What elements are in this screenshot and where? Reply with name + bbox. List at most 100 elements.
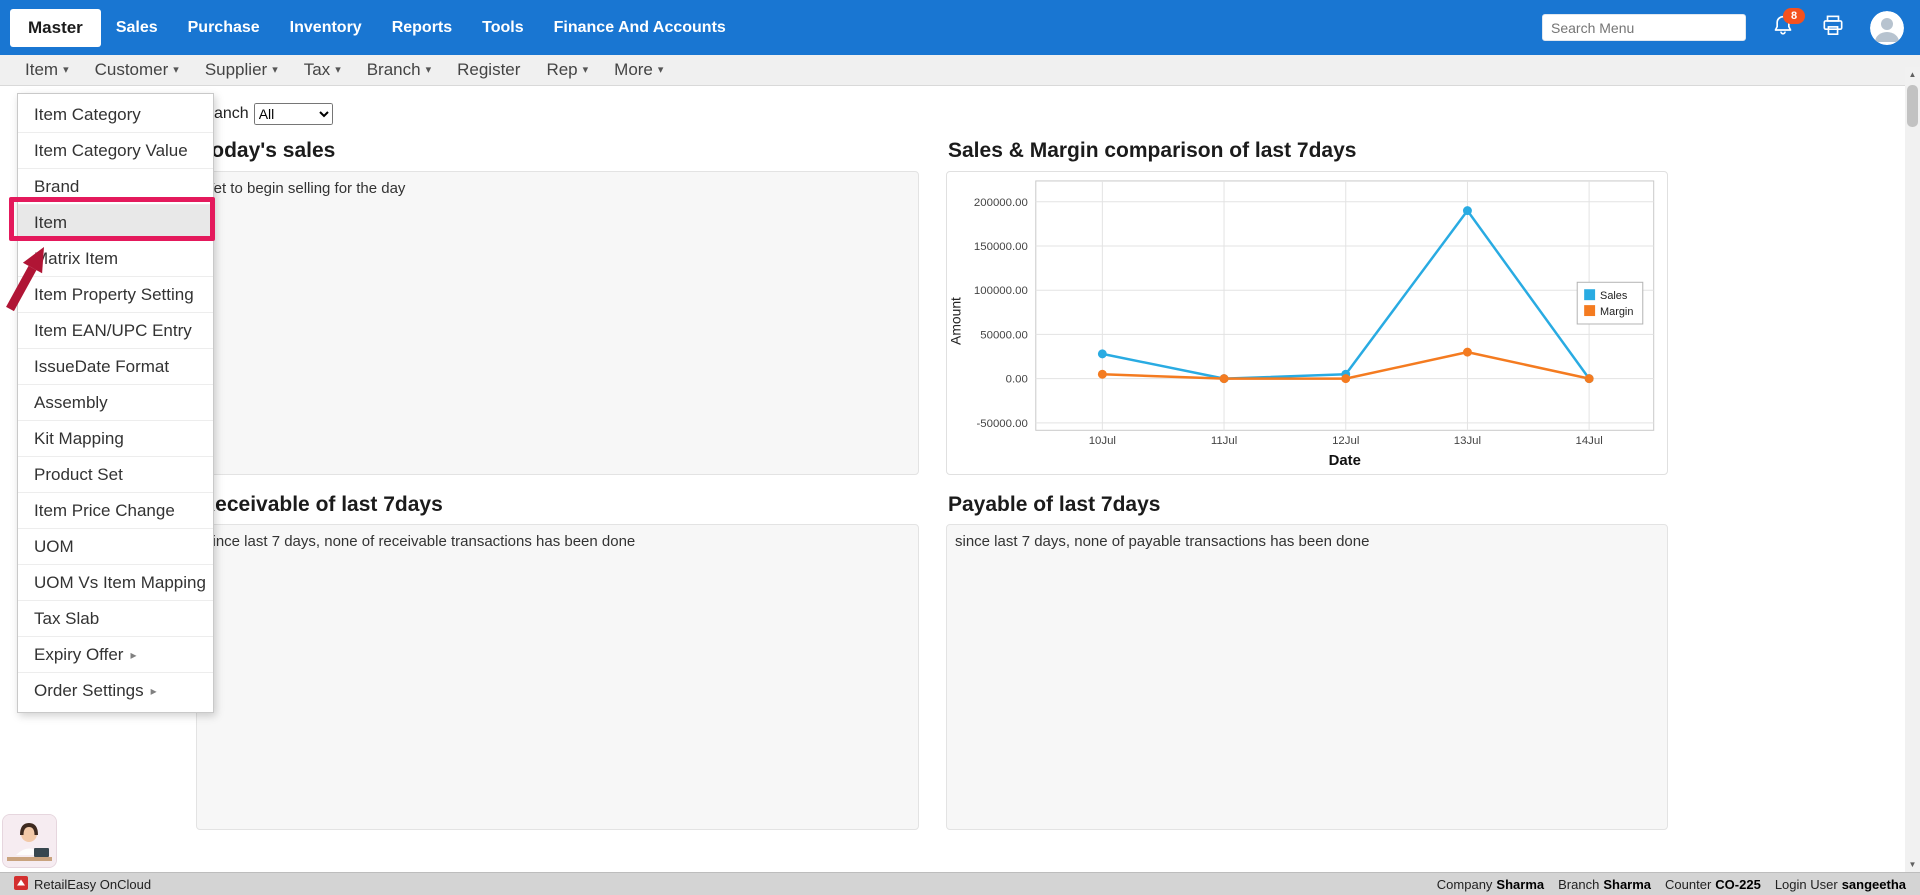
sales-margin-title: Sales & Margin comparison of last 7days xyxy=(948,139,1356,163)
nav-item-purchase[interactable]: Purchase xyxy=(173,19,275,37)
branch-value: Sharma xyxy=(1603,877,1651,892)
dropdown-uom-vs-item-mapping[interactable]: UOM Vs Item Mapping xyxy=(18,565,213,601)
svg-text:50000.00: 50000.00 xyxy=(980,329,1028,341)
today-sales-panel: Yet to begin selling for the day xyxy=(196,171,919,475)
payable-panel: since last 7 days, none of payable trans… xyxy=(946,524,1668,830)
sales-margin-panel: 200000.00 150000.00 100000.00 50000.00 0.00 -… xyxy=(946,171,1668,475)
menu-item[interactable]: Item▾ xyxy=(12,60,82,80)
master-tab[interactable]: Master xyxy=(10,9,101,47)
receivable-title: Receivable of last 7days xyxy=(200,493,443,517)
dropdown-uom[interactable]: UOM xyxy=(18,529,213,565)
printer-icon xyxy=(1822,15,1844,41)
dropdown-item-price-change[interactable]: Item Price Change xyxy=(18,493,213,529)
dropdown-tax-slab[interactable]: Tax Slab xyxy=(18,601,213,637)
dropdown-item[interactable]: Item xyxy=(18,205,213,241)
company-value: Sharma xyxy=(1496,877,1544,892)
master-menubar: Item▾ Customer▾ Supplier▾ Tax▾ Branch▾ R… xyxy=(0,55,1920,86)
menu-tax[interactable]: Tax▾ xyxy=(291,60,354,80)
navbar-right-group: 8 xyxy=(1542,11,1920,45)
user-avatar[interactable] xyxy=(1870,11,1904,45)
branch-select[interactable]: All xyxy=(254,103,333,125)
branch-label: Branch xyxy=(1558,877,1599,892)
today-sales-title: Today's sales xyxy=(200,139,335,163)
submenu-arrow-icon: ▸ xyxy=(130,648,136,662)
scroll-down-button[interactable]: ▼ xyxy=(1905,857,1920,872)
statusbar-right: CompanySharma BranchSharma CounterCO-225… xyxy=(1437,877,1906,892)
retaileasy-logo-icon xyxy=(14,876,28,893)
receivable-message: since last 7 days, none of receivable tr… xyxy=(197,525,918,550)
app-name: RetailEasy OnCloud xyxy=(34,877,151,892)
scrollbar-thumb[interactable] xyxy=(1907,85,1918,127)
nav-item-sales[interactable]: Sales xyxy=(101,19,173,37)
menu-register[interactable]: Register xyxy=(444,60,533,80)
svg-text:11Jul: 11Jul xyxy=(1211,435,1237,447)
chevron-down-icon: ▾ xyxy=(335,65,341,76)
svg-text:14Jul: 14Jul xyxy=(1575,435,1602,447)
receivable-panel: since last 7 days, none of receivable tr… xyxy=(196,524,919,830)
item-dropdown-menu: Item Category Item Category Value Brand … xyxy=(17,93,214,713)
menu-branch[interactable]: Branch▾ xyxy=(354,60,444,80)
chevron-down-icon: ▾ xyxy=(272,65,278,76)
branch-filter-row: Branch All xyxy=(198,103,333,125)
svg-text:Date: Date xyxy=(1329,453,1361,469)
dropdown-issuedate-format[interactable]: IssueDate Format xyxy=(18,349,213,385)
notifications-button[interactable]: 8 xyxy=(1770,15,1796,41)
svg-text:Sales: Sales xyxy=(1600,290,1628,302)
chatbot-widget[interactable] xyxy=(2,814,57,868)
svg-text:Margin: Margin xyxy=(1600,306,1633,318)
chevron-down-icon: ▾ xyxy=(583,65,589,76)
notification-badge: 8 xyxy=(1783,8,1805,24)
nav-item-reports[interactable]: Reports xyxy=(377,19,467,37)
svg-text:100000.00: 100000.00 xyxy=(974,285,1028,297)
nav-item-inventory[interactable]: Inventory xyxy=(275,19,377,37)
svg-text:10Jul: 10Jul xyxy=(1089,435,1116,447)
status-bar: RetailEasy OnCloud CompanySharma BranchS… xyxy=(0,872,1920,895)
chatbot-avatar-image xyxy=(3,854,56,868)
scroll-up-button[interactable]: ▲ xyxy=(1905,67,1920,82)
dropdown-product-set[interactable]: Product Set xyxy=(18,457,213,493)
search-menu-input[interactable] xyxy=(1542,14,1746,41)
login-user-label: Login User xyxy=(1775,877,1838,892)
svg-text:13Jul: 13Jul xyxy=(1454,435,1481,447)
menu-customer[interactable]: Customer▾ xyxy=(82,60,192,80)
svg-text:-50000.00: -50000.00 xyxy=(976,418,1027,430)
payable-message: since last 7 days, none of payable trans… xyxy=(947,525,1667,550)
counter-label: Counter xyxy=(1665,877,1711,892)
nav-item-finance-and-accounts[interactable]: Finance And Accounts xyxy=(539,19,741,37)
menu-rep[interactable]: Rep▾ xyxy=(533,60,601,80)
svg-text:200000.00: 200000.00 xyxy=(974,197,1028,209)
chevron-down-icon: ▾ xyxy=(173,65,179,76)
person-icon xyxy=(1870,32,1904,45)
dropdown-matrix-item[interactable]: Matrix Item xyxy=(18,241,213,277)
menu-supplier[interactable]: Supplier▾ xyxy=(192,60,291,80)
dropdown-item-category[interactable]: Item Category xyxy=(18,97,213,133)
sales-margin-chart: 200000.00 150000.00 100000.00 50000.00 0.00 -… xyxy=(947,172,1667,474)
svg-text:Amount: Amount xyxy=(947,297,963,345)
svg-text:12Jul: 12Jul xyxy=(1332,435,1359,447)
dropdown-kit-mapping[interactable]: Kit Mapping xyxy=(18,421,213,457)
vertical-scrollbar[interactable]: ▲ ▼ xyxy=(1905,67,1920,872)
chevron-down-icon: ▾ xyxy=(63,65,69,76)
chevron-down-icon: ▾ xyxy=(658,65,664,76)
dropdown-brand[interactable]: Brand xyxy=(18,169,213,205)
dropdown-order-settings[interactable]: Order Settings▸ xyxy=(18,673,213,709)
chevron-down-icon: ▾ xyxy=(426,65,432,76)
dropdown-assembly[interactable]: Assembly xyxy=(18,385,213,421)
print-button[interactable] xyxy=(1820,15,1846,41)
login-user-value: sangeetha xyxy=(1842,877,1906,892)
dropdown-item-property-setting[interactable]: Item Property Setting xyxy=(18,277,213,313)
company-label: Company xyxy=(1437,877,1493,892)
today-sales-message: Yet to begin selling for the day xyxy=(197,172,918,197)
svg-text:150000.00: 150000.00 xyxy=(974,241,1028,253)
payable-title: Payable of last 7days xyxy=(948,493,1160,517)
statusbar-left: RetailEasy OnCloud xyxy=(14,876,151,893)
top-navbar: Master Sales Purchase Inventory Reports … xyxy=(0,0,1920,55)
dropdown-item-category-value[interactable]: Item Category Value xyxy=(18,133,213,169)
nav-item-tools[interactable]: Tools xyxy=(467,19,538,37)
submenu-arrow-icon: ▸ xyxy=(151,684,157,698)
svg-text:0.00: 0.00 xyxy=(1006,374,1028,386)
dropdown-item-ean-upc-entry[interactable]: Item EAN/UPC Entry xyxy=(18,313,213,349)
dropdown-expiry-offer[interactable]: Expiry Offer▸ xyxy=(18,637,213,673)
counter-value: CO-225 xyxy=(1715,877,1761,892)
menu-more[interactable]: More▾ xyxy=(601,60,676,80)
